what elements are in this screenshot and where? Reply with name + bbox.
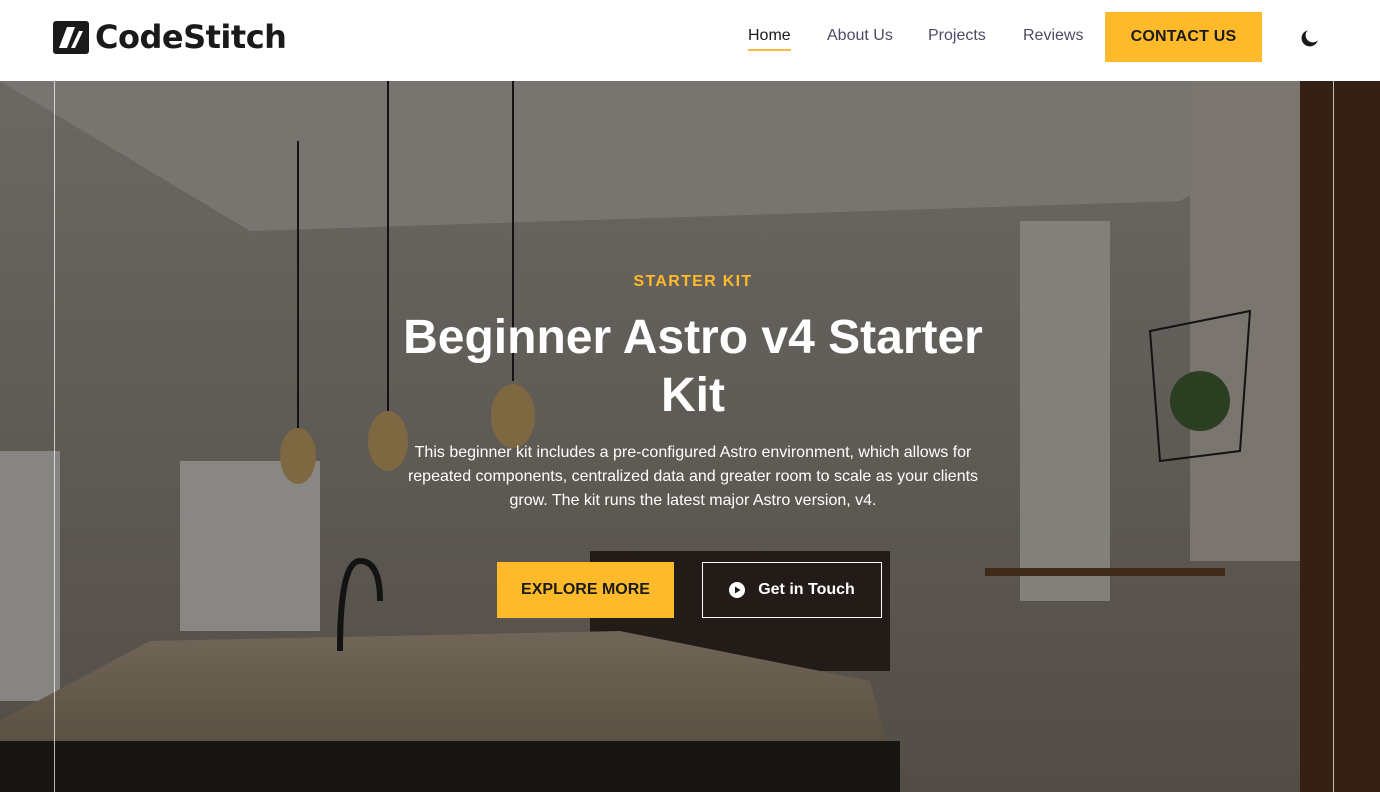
- nav-about-us[interactable]: About Us: [827, 26, 893, 46]
- nav-projects[interactable]: Projects: [928, 26, 986, 46]
- hero-title: Beginner Astro v4 Starter Kit: [403, 311, 983, 422]
- hero-section: STARTER KIT Beginner Astro v4 Starter Ki…: [0, 81, 1380, 792]
- get-in-touch-label: Get in Touch: [758, 581, 855, 598]
- right-guide-line: [1333, 81, 1334, 792]
- site-header: CodeStitch Home About Us Projects Review…: [0, 0, 1380, 81]
- explore-more-button[interactable]: EXPLORE MORE: [497, 562, 674, 618]
- logo[interactable]: CodeStitch: [53, 18, 287, 56]
- hero-dark-overlay: [0, 81, 1380, 792]
- play-circle-icon: [729, 582, 746, 598]
- hero-eyebrow: STARTER KIT: [633, 273, 753, 290]
- hero-description: This beginner kit includes a pre-configu…: [407, 444, 979, 509]
- codestitch-logo-icon: [53, 20, 89, 54]
- moon-icon: [1301, 30, 1318, 47]
- get-in-touch-button[interactable]: Get in Touch: [702, 562, 882, 618]
- dark-mode-toggle[interactable]: [1296, 24, 1324, 52]
- left-guide-line: [54, 81, 55, 792]
- contact-us-button[interactable]: CONTACT US: [1105, 12, 1262, 62]
- nav-reviews[interactable]: Reviews: [1023, 26, 1083, 46]
- logo-text: CodeStitch: [95, 18, 287, 56]
- nav-home[interactable]: Home: [748, 26, 791, 51]
